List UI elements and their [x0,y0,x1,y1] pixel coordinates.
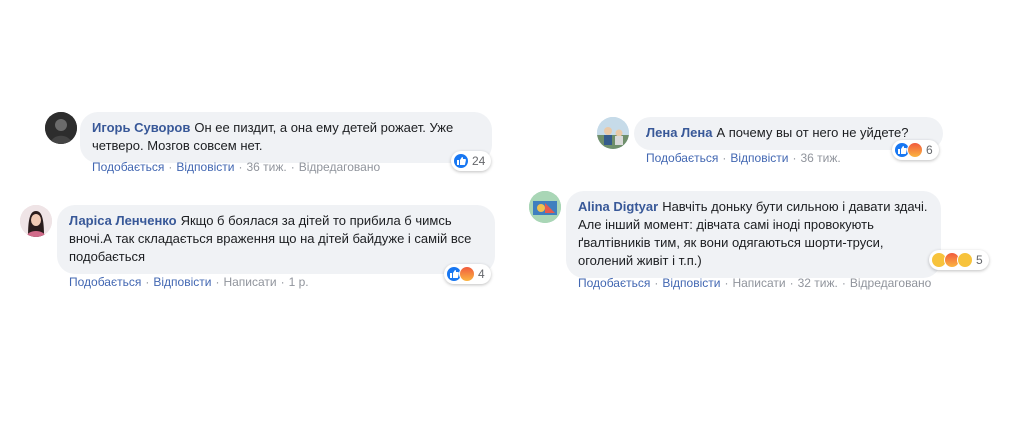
reaction-count: 5 [976,253,983,267]
reaction-count: 24 [472,154,486,168]
separator: · [722,151,727,165]
like-link[interactable]: Подобається [69,275,141,289]
timestamp[interactable]: 32 тиж. [798,276,838,290]
reply-link[interactable]: Відповісти [730,151,788,165]
reactions-summary[interactable]: 6 [892,140,939,160]
avatar[interactable] [597,117,629,149]
reaction-count: 6 [926,143,933,157]
avatar[interactable] [45,112,77,144]
reactions-summary[interactable]: 5 [929,250,989,270]
separator: · [654,276,659,290]
reply-link[interactable]: Відповісти [153,275,211,289]
reactions-summary[interactable]: 4 [444,264,491,284]
separator: · [280,275,285,289]
write-link[interactable]: Написати [223,275,276,289]
like-link[interactable]: Подобається [646,151,718,165]
separator: · [290,160,295,174]
author-name[interactable]: Игорь Суворов [92,120,190,135]
comment-actions: Подобається · Відповісти · 36 тиж. · Відредаго… [92,160,380,174]
comment-bubble: Игорь Суворов Он ее пиздит, а она ему дет… [80,112,492,163]
author-name[interactable]: Лена Лена [646,125,712,140]
comment-bubble: Alina Digtyar Навчіть доньку бути сильною… [566,191,941,278]
comment-actions: Подобається · Відповісти · Написати · 1 р. [69,275,309,289]
separator: · [238,160,243,174]
separator: · [841,276,846,290]
separator: · [792,151,797,165]
author-name[interactable]: Alina Digtyar [578,199,658,214]
author-name[interactable]: Ларіса Ленченко [69,213,177,228]
angry-icon [907,142,923,158]
separator: · [724,276,729,290]
avatar[interactable] [20,205,52,237]
avatar[interactable] [529,191,561,223]
like-icon [453,153,469,169]
edited-label[interactable]: Відредаговано [850,276,931,290]
separator: · [215,275,220,289]
like-link[interactable]: Подобається [92,160,164,174]
separator: · [145,275,150,289]
wow-icon [957,252,973,268]
timestamp[interactable]: 36 тиж. [800,151,840,165]
comment-actions: Подобається · Відповісти · Написати · 32 тиж. ·… [578,276,931,290]
separator: · [168,160,173,174]
reaction-count: 4 [478,267,485,281]
angry-icon [459,266,475,282]
timestamp[interactable]: 36 тиж. [246,160,286,174]
write-link[interactable]: Написати [732,276,785,290]
like-link[interactable]: Подобається [578,276,650,290]
reply-link[interactable]: Відповісти [176,160,234,174]
comment-text: А почему вы от него не уйдете? [716,125,909,140]
separator: · [789,276,794,290]
edited-label[interactable]: Відредаговано [299,160,380,174]
comment-bubble: Ларіса Ленченко Якщо б боялася за дітей т… [57,205,495,274]
timestamp[interactable]: 1 р. [289,275,309,289]
comment-actions: Подобається · Відповісти · 36 тиж. [646,151,841,165]
reactions-summary[interactable]: 24 [451,151,492,171]
reply-link[interactable]: Відповісти [662,276,720,290]
